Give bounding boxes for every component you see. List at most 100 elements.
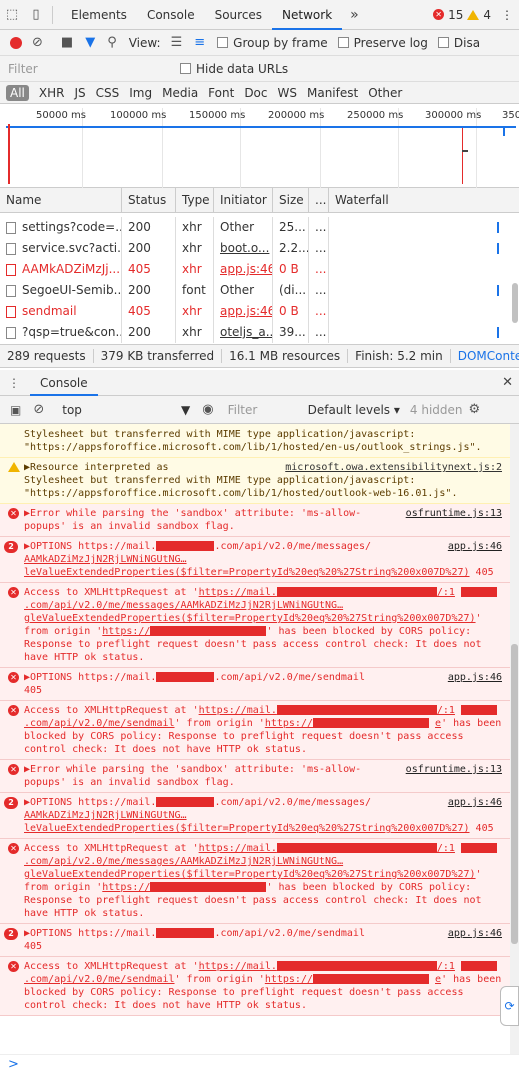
console-scrollbar[interactable] xyxy=(510,424,519,1054)
side-panel-toggle-icon[interactable]: ⟳ xyxy=(500,986,519,1026)
table-row[interactable]: SegoeUI-Semib... 200 font Other (di... .… xyxy=(0,280,519,301)
console-error-message[interactable]: ✕ app.js:46 ▶OPTIONS https://mail. .com/a… xyxy=(0,668,510,701)
request-initiator-link[interactable]: oteljs_a... xyxy=(214,322,273,343)
source-link[interactable]: osfruntime.js:13 xyxy=(406,507,502,520)
context-selector[interactable]: top ▼ xyxy=(54,403,194,417)
type-filter-doc[interactable]: Doc xyxy=(244,86,267,100)
drawer-tab-console[interactable]: Console xyxy=(30,370,98,396)
origin-link[interactable]: https:// xyxy=(265,718,313,729)
sidebar-toggle-icon[interactable]: ▣ xyxy=(10,403,21,417)
source-link[interactable]: osfruntime.js:13 xyxy=(406,763,502,776)
source-link[interactable]: app.js:46 xyxy=(448,540,502,553)
source-link[interactable]: /:1 xyxy=(437,961,455,972)
url-link[interactable]: .com/api/v2.0/me/sendmail xyxy=(24,718,175,729)
network-filter-input[interactable]: Filter xyxy=(0,62,180,76)
console-error-message[interactable]: 2 app.js:46 ▶OPTIONS https://mail. .com/a… xyxy=(0,793,510,839)
console-filter-input[interactable]: Filter xyxy=(228,403,298,417)
type-filter-font[interactable]: Font xyxy=(208,86,234,100)
more-tabs-button[interactable]: » xyxy=(342,7,367,23)
console-error-message[interactable]: ✕ Access to XMLHttpRequest at 'https://m… xyxy=(0,701,510,760)
tab-network[interactable]: Network xyxy=(272,0,343,30)
large-rows-icon[interactable]: ☰ xyxy=(171,35,183,50)
column-type[interactable]: Type xyxy=(176,188,214,212)
capture-screenshots-icon[interactable]: ■ xyxy=(61,35,73,50)
column-waterfall[interactable]: Waterfall xyxy=(329,188,519,212)
console-warning-message[interactable]: Stylesheet but transferred with MIME typ… xyxy=(0,424,510,458)
device-toolbar-icon[interactable]: ▯ xyxy=(24,0,48,30)
console-warning-message[interactable]: microsoft.owa.extensibilitynext.js:2 ▶Re… xyxy=(0,458,510,504)
type-filter-all[interactable]: All xyxy=(6,84,29,101)
request-initiator-link[interactable]: app.js:46 xyxy=(214,301,273,322)
drawer-menu-icon[interactable]: ⋮ xyxy=(8,376,20,390)
console-error-message[interactable]: ✕ Access to XMLHttpRequest at 'https://m… xyxy=(0,583,510,668)
tab-elements[interactable]: Elements xyxy=(61,0,137,30)
console-error-message[interactable]: ✕ osfruntime.js:13 ▶Error while parsing … xyxy=(0,760,510,793)
column-time[interactable]: ... xyxy=(309,188,329,212)
table-row[interactable]: service.svc?acti... 200 xhr boot.o... 2.… xyxy=(0,238,519,259)
source-link[interactable]: app.js:46 xyxy=(448,796,502,809)
console-error-message[interactable]: 2 app.js:46 ▶OPTIONS https://mail. .com/a… xyxy=(0,537,510,583)
clear-console-icon[interactable]: ⊘ xyxy=(33,402,44,417)
gear-icon[interactable]: ⚙ xyxy=(469,402,481,417)
type-filter-manifest[interactable]: Manifest xyxy=(307,86,358,100)
column-size[interactable]: Size xyxy=(273,188,309,212)
column-name[interactable]: Name xyxy=(0,188,122,212)
url-link[interactable]: https://mail. xyxy=(199,961,277,972)
url-link[interactable]: https://mail. xyxy=(199,705,277,716)
origin-link[interactable]: https:// xyxy=(265,974,313,985)
filter-icon[interactable]: ▼ xyxy=(85,35,95,50)
url-link[interactable]: .com/api/v2.0/me/sendmail xyxy=(24,974,175,985)
table-row[interactable]: AAMkADZiMzJj... 405 xhr app.js:46 0 B ..… xyxy=(0,259,519,280)
type-filter-other[interactable]: Other xyxy=(368,86,402,100)
menu-icon[interactable]: ⋮ xyxy=(501,8,513,22)
eye-icon[interactable]: ◉ xyxy=(202,402,213,417)
type-filter-media[interactable]: Media xyxy=(162,86,198,100)
clear-icon[interactable]: ⊘ xyxy=(32,35,43,50)
inspect-element-icon[interactable]: ⬚ xyxy=(0,0,24,30)
log-levels-dropdown[interactable]: Default levels ▾ xyxy=(308,403,400,417)
search-icon[interactable]: ⚲ xyxy=(107,35,117,50)
table-row[interactable]: sendmail 405 xhr app.js:46 0 B ... xyxy=(0,301,519,322)
type-filter-js[interactable]: JS xyxy=(74,86,85,100)
request-url-link[interactable]: AAMkADZiMzJjN2RjLWNiNGUtNG…leValueExtend… xyxy=(24,810,470,834)
type-filter-xhr[interactable]: XHR xyxy=(39,86,65,100)
type-filter-img[interactable]: Img xyxy=(129,86,152,100)
type-filter-css[interactable]: CSS xyxy=(96,86,120,100)
console-error-message[interactable]: ✕ Access to XMLHttpRequest at 'https://m… xyxy=(0,957,510,1016)
issue-counts[interactable]: ✕ 15 4 ⋮ xyxy=(433,8,519,22)
request-table-scrollbar[interactable] xyxy=(512,283,518,323)
source-link[interactable]: /:1 xyxy=(437,587,455,598)
table-row[interactable]: ?qsp=true&con... 200 xhr oteljs_a... 39.… xyxy=(0,322,519,343)
type-filter-ws[interactable]: WS xyxy=(278,86,297,100)
column-status[interactable]: Status xyxy=(122,188,176,212)
url-link[interactable]: https://mail. xyxy=(199,587,277,598)
console-prompt[interactable]: > xyxy=(0,1054,519,1075)
console-error-message[interactable]: ✕ osfruntime.js:13 ▶Error while parsing … xyxy=(0,504,510,537)
url-link[interactable]: https://mail. xyxy=(199,843,277,854)
console-error-message[interactable]: 2 app.js:46 ▶OPTIONS https://mail. .com/a… xyxy=(0,924,510,957)
url-link[interactable]: .com/api/v2.0/me/messages/AAMkADZiMzJjN2… xyxy=(24,856,476,880)
url-link[interactable]: .com/api/v2.0/me/messages/AAMkADZiMzJjN2… xyxy=(24,600,476,624)
hide-data-urls-checkbox[interactable] xyxy=(180,63,191,74)
source-link[interactable]: microsoft.owa.extensibilitynext.js:2 xyxy=(285,461,502,474)
close-icon[interactable]: ✕ xyxy=(502,375,513,390)
scrollbar-thumb[interactable] xyxy=(511,644,518,944)
column-initiator[interactable]: Initiator xyxy=(214,188,273,212)
tab-sources[interactable]: Sources xyxy=(205,0,272,30)
request-initiator-link[interactable]: app.js:46 xyxy=(214,259,273,280)
network-overview[interactable]: 50000 ms 100000 ms 150000 ms 200000 ms 2… xyxy=(0,104,519,188)
source-link[interactable]: /:1 xyxy=(437,705,455,716)
group-by-frame-checkbox[interactable] xyxy=(217,37,229,48)
origin-link[interactable]: https:// xyxy=(102,882,150,893)
source-link[interactable]: /:1 xyxy=(437,843,455,854)
request-initiator-link[interactable]: boot.o... xyxy=(214,238,273,259)
table-row[interactable]: settings?code=... 200 xhr Other 25... ..… xyxy=(0,217,519,238)
console-error-message[interactable]: ✕ Access to XMLHttpRequest at 'https://m… xyxy=(0,839,510,924)
source-link[interactable]: app.js:46 xyxy=(448,671,502,684)
source-link[interactable]: app.js:46 xyxy=(448,927,502,940)
preserve-log-checkbox[interactable] xyxy=(337,37,349,48)
request-url-link[interactable]: AAMkADZiMzJjN2RjLWNiNGUtNG…leValueExtend… xyxy=(24,554,470,578)
disable-cache-checkbox[interactable] xyxy=(437,37,449,48)
origin-link[interactable]: https:// xyxy=(102,626,150,637)
tab-console[interactable]: Console xyxy=(137,0,205,30)
